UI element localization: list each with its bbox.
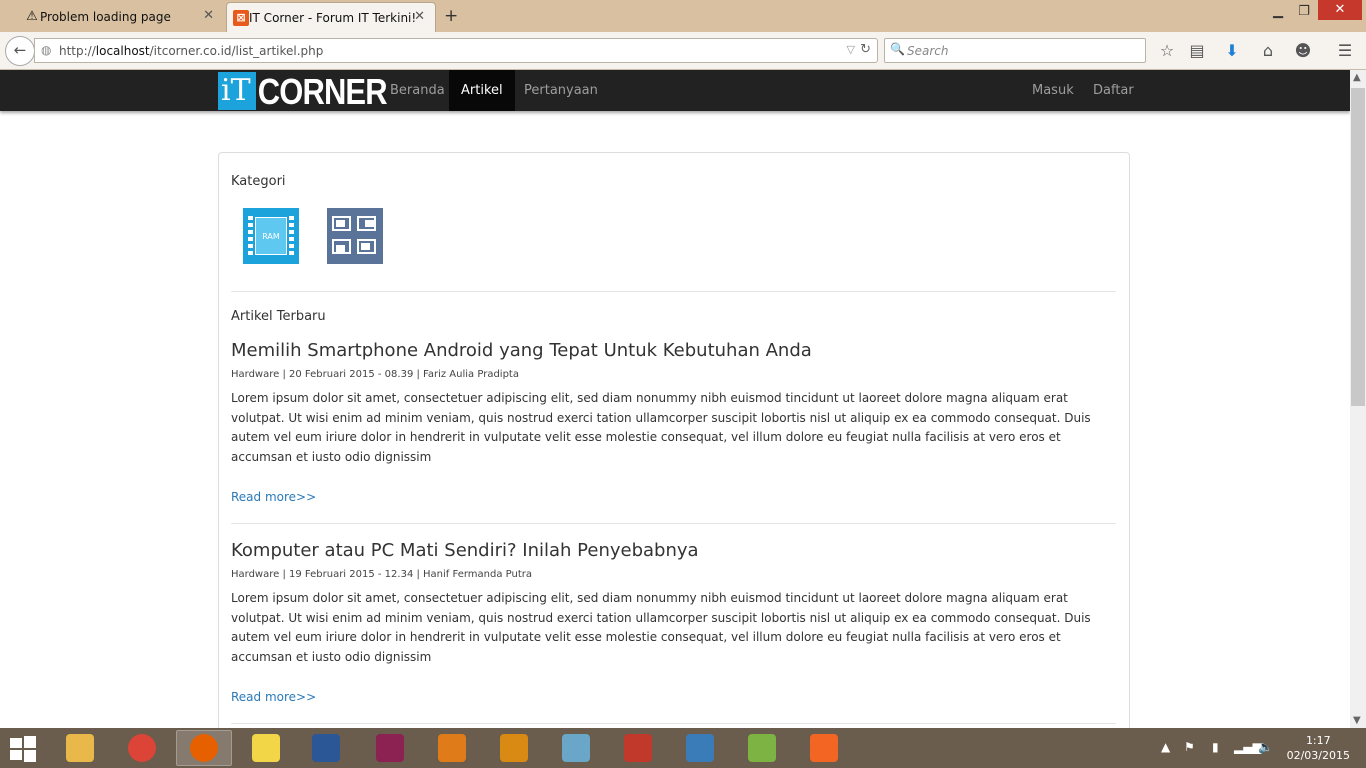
site-navbar: iT CORNER Beranda Artikel Pertanyaan Mas… [0, 70, 1350, 112]
warning-icon: ⚠ [26, 9, 38, 24]
artikel-terbaru-title: Artikel Terbaru [231, 309, 326, 324]
tab-problem-loading[interactable]: ⚠ Problem loading page ✕ [18, 2, 224, 32]
article-meta: Hardware | 19 Februari 2015 - 12.34 | Ha… [231, 569, 533, 580]
chrome-icon [128, 734, 156, 762]
close-window-button[interactable]: ✕ [1318, 0, 1362, 20]
url-text: http://localhost/itcorner.co.id/list_art… [59, 44, 324, 58]
file-explorer-icon [66, 734, 94, 762]
taskbar-button-notepad[interactable] [548, 730, 604, 766]
page-scrollbar[interactable]: ▲ ▼ [1350, 70, 1366, 728]
tab-it-corner[interactable]: ⊠ IT Corner - Forum IT Terkini! ✕ [226, 2, 436, 32]
divider [231, 291, 1116, 292]
firefox-icon [190, 734, 218, 762]
paint-icon [624, 734, 652, 762]
article-excerpt: Lorem ipsum dolor sit amet, consectetuer… [231, 591, 1091, 665]
nav-daftar[interactable]: Daftar [1093, 70, 1134, 111]
xampp-icon: ⊠ [233, 10, 249, 26]
downloads-icon[interactable]: ⬇ [1221, 40, 1243, 62]
close-tab-icon[interactable]: ✕ [414, 9, 425, 24]
clock-date: 02/03/2015 [1286, 749, 1350, 762]
system-clock[interactable]: 1:17 02/03/2015 [1287, 733, 1350, 763]
chat-icon[interactable]: ☻ [1292, 40, 1314, 62]
word-icon [312, 734, 340, 762]
media-player-icon [438, 734, 466, 762]
search-input[interactable]: 🔍 Search [884, 38, 1146, 63]
content-panel: Kategori RAM Artikel Terbaru Memilih Sma… [218, 152, 1130, 728]
article-title-link[interactable]: Komputer atau PC Mati Sendiri? Inilah Pe… [231, 540, 699, 561]
taskbar-button-photo-viewer[interactable] [672, 730, 728, 766]
globe-icon: ◍ [41, 43, 52, 57]
taskbar-button-xampp-control[interactable] [796, 730, 852, 766]
article-excerpt: Lorem ipsum dolor sit amet, consectetuer… [231, 391, 1091, 465]
history-dropdown-icon[interactable]: ▽ [847, 43, 855, 56]
sticky-notes-icon [252, 734, 280, 762]
new-tab-button[interactable]: + [444, 6, 458, 26]
site-logo[interactable]: iT CORNER [218, 71, 408, 112]
logo-corner: CORNER [257, 71, 387, 112]
nav-pertanyaan[interactable]: Pertanyaan [524, 70, 598, 111]
close-tab-icon[interactable]: ✕ [203, 8, 214, 23]
taskbar-button-chrome[interactable] [114, 730, 170, 766]
tab-title: Problem loading page [40, 10, 171, 24]
nav-artikel[interactable]: Artikel [449, 70, 515, 111]
clock-time: 1:17 [1305, 734, 1331, 747]
taskbar-button-word[interactable] [298, 730, 354, 766]
maximize-button[interactable]: ❐ [1290, 2, 1318, 22]
show-hidden-icons[interactable]: ▲ [1161, 740, 1170, 754]
windows-taskbar: ▲ ⚑ ▮ ▂▄▆ 🔈 1:17 02/03/2015 [0, 728, 1366, 768]
reload-icon[interactable]: ↻ [860, 42, 871, 57]
action-center-flag-icon[interactable]: ⚑ [1184, 740, 1195, 754]
notepad-plus-icon [748, 734, 776, 762]
taskbar-button-music-app[interactable] [486, 730, 542, 766]
menu-icon[interactable]: ☰ [1334, 40, 1356, 62]
kategori-title: Kategori [231, 174, 286, 189]
taskbar-button-file-explorer[interactable] [52, 730, 108, 766]
browser-toolbar: ← ◍ http://localhost/itcorner.co.id/list… [0, 32, 1366, 70]
page-viewport: iT CORNER Beranda Artikel Pertanyaan Mas… [0, 70, 1350, 728]
tab-title: IT Corner - Forum IT Terkini! [249, 10, 417, 25]
minimize-button[interactable]: ▁ [1264, 2, 1292, 22]
nav-masuk[interactable]: Masuk [1032, 70, 1074, 111]
article-meta: Hardware | 20 Februari 2015 - 08.39 | Fa… [231, 369, 519, 380]
photo-viewer-icon [686, 734, 714, 762]
ram-icon[interactable]: RAM [243, 208, 299, 264]
read-more-link[interactable]: Read more>> [231, 490, 316, 504]
read-more-link[interactable]: Read more>> [231, 690, 316, 704]
xampp-control-icon [810, 734, 838, 762]
divider [231, 723, 1116, 724]
reading-list-icon[interactable]: ▤ [1186, 40, 1208, 62]
address-bar[interactable]: ◍ http://localhost/itcorner.co.id/list_a… [34, 38, 878, 63]
taskbar-button-winrar[interactable] [362, 730, 418, 766]
software-icon[interactable] [327, 208, 383, 264]
nav-beranda[interactable]: Beranda [390, 70, 445, 111]
taskbar-button-paint[interactable] [610, 730, 666, 766]
volume-icon[interactable]: 🔈 [1258, 740, 1273, 754]
notepad-icon [562, 734, 590, 762]
music-app-icon [500, 734, 528, 762]
divider [231, 523, 1116, 524]
search-icon: 🔍 [890, 42, 905, 56]
taskbar-button-firefox[interactable] [176, 730, 232, 766]
winrar-icon [376, 734, 404, 762]
battery-icon[interactable]: ▮ [1212, 740, 1219, 754]
taskbar-button-media-player[interactable] [424, 730, 480, 766]
ram-label: RAM [255, 217, 287, 255]
home-icon[interactable]: ⌂ [1257, 40, 1279, 62]
start-button[interactable] [8, 736, 38, 762]
bookmark-star-icon[interactable]: ☆ [1156, 40, 1178, 62]
scroll-up-icon[interactable]: ▲ [1353, 72, 1361, 83]
logo-it: iT [218, 72, 256, 110]
back-button[interactable]: ← [5, 36, 35, 66]
taskbar-button-notepad-plus[interactable] [734, 730, 790, 766]
browser-tab-strip: ⚠ Problem loading page ✕ ⊠ IT Corner - F… [0, 0, 1366, 32]
scroll-down-icon[interactable]: ▼ [1353, 715, 1361, 726]
article-title-link[interactable]: Memilih Smartphone Android yang Tepat Un… [231, 340, 812, 361]
taskbar-button-sticky-notes[interactable] [238, 730, 294, 766]
scrollbar-thumb[interactable] [1351, 88, 1365, 406]
search-placeholder: Search [907, 44, 949, 58]
